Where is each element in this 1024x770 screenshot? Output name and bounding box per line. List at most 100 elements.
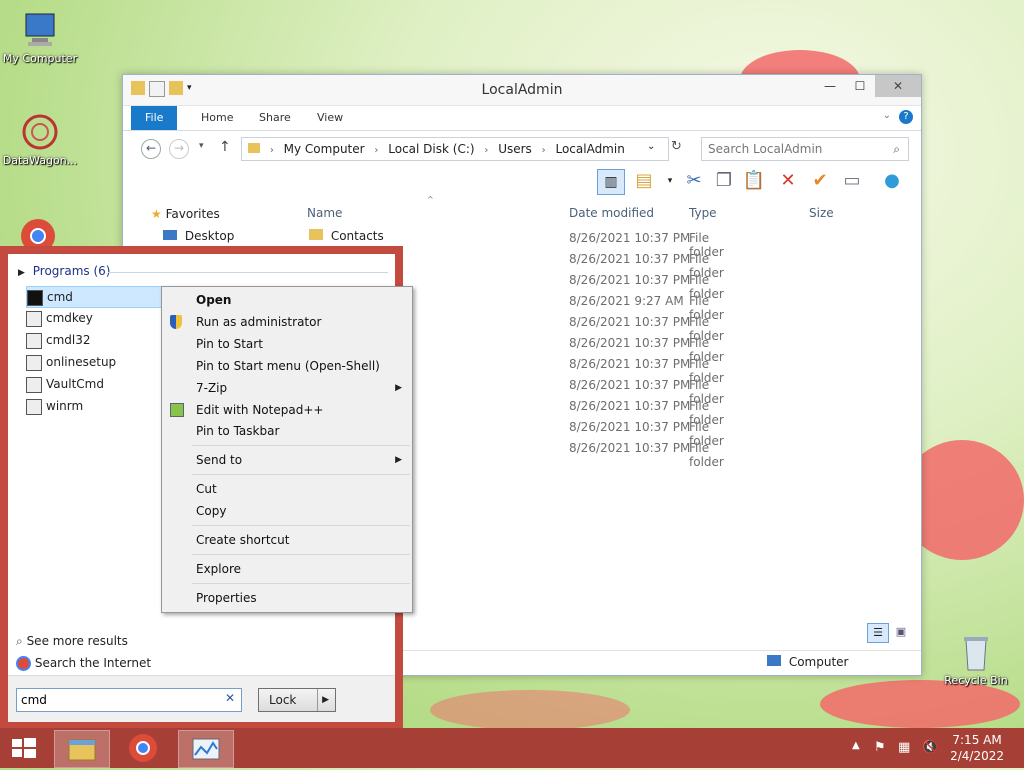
nav-desktop[interactable]: Desktop — [163, 229, 234, 243]
copy-icon[interactable]: ❐ — [711, 169, 737, 193]
start-button[interactable] — [0, 730, 48, 766]
star-icon: ★ — [151, 207, 162, 221]
nav-label: Desktop — [184, 229, 235, 243]
menu-item-properties[interactable]: Properties — [196, 588, 257, 608]
menu-item-edit-notepad[interactable]: Edit with Notepad++ — [196, 400, 323, 420]
desktop-icon — [163, 230, 177, 240]
delete-icon[interactable]: ✕ — [775, 169, 801, 193]
program-item-cmdkey[interactable]: cmdkey — [26, 308, 93, 328]
program-label: cmdkey — [46, 311, 93, 325]
checkmark-icon[interactable]: ✔ — [807, 169, 833, 193]
forward-button[interactable]: → — [169, 139, 189, 159]
rename-icon[interactable]: ▭ — [839, 169, 865, 193]
clear-search-icon[interactable]: ✕ — [225, 691, 235, 705]
menu-item-7zip[interactable]: 7-Zip — [196, 378, 227, 398]
row-date: 8/26/2021 10:37 PM — [569, 420, 691, 434]
column-header-name[interactable]: Name — [307, 202, 342, 224]
menu-item-copy[interactable]: Copy — [196, 501, 226, 521]
volume-muted-icon[interactable]: 🔇 — [922, 740, 938, 755]
table-row[interactable]: 8/26/2021 10:37 PM File folder — [569, 357, 724, 385]
address-dropdown-icon[interactable]: ⌄ — [647, 141, 655, 152]
desktop-icon-recycle-bin[interactable]: Recycle Bin — [936, 632, 1016, 687]
table-row[interactable]: 8/26/2021 10:37 PM File folder — [569, 252, 724, 280]
table-row[interactable]: 8/26/2021 10:37 PM File folder — [569, 315, 724, 343]
menu-separator — [192, 445, 410, 446]
table-row[interactable]: 8/26/2021 10:37 PM File folder — [569, 399, 724, 427]
menu-item-open[interactable]: Open — [196, 290, 231, 310]
chrome-desktop-icon[interactable] — [18, 216, 58, 253]
taskbar-clock[interactable]: 7:15 AM 2/4/2022 — [950, 732, 1004, 764]
desktop-icon-label: Recycle Bin — [944, 674, 1008, 687]
chevron-down-icon[interactable]: ⌄ — [883, 110, 891, 121]
breadcrumb-localadmin[interactable]: LocalAdmin — [555, 142, 624, 156]
desktop-icon-my-computer[interactable]: My Computer — [0, 10, 80, 65]
breadcrumb-my-computer[interactable]: My Computer — [284, 142, 365, 156]
menu-item-pin-to-start-menu[interactable]: Pin to Start menu (Open-Shell) — [196, 356, 380, 376]
preview-pane-icon[interactable]: ▥ — [597, 169, 625, 195]
table-row[interactable]: 8/26/2021 10:37 PM File folder — [569, 336, 724, 364]
chevron-right-icon[interactable]: ▶ — [322, 689, 329, 711]
taskbar-chrome[interactable] — [116, 730, 170, 766]
table-row[interactable]: 8/26/2021 10:37 PM File folder — [569, 378, 724, 406]
show-hidden-icons-icon[interactable]: ▲ — [852, 740, 860, 751]
minimize-button[interactable]: — — [815, 75, 845, 97]
programs-header[interactable]: ▶ Programs (6) — [18, 264, 110, 278]
desktop-icon-label: DataWagon... — [2, 154, 78, 167]
action-center-flag-icon[interactable]: ⚑ — [874, 740, 886, 755]
table-row[interactable]: 8/26/2021 9:27 AM File folder — [569, 294, 724, 322]
details-view-icon[interactable]: ☰ — [867, 623, 889, 643]
tab-home[interactable]: Home — [187, 106, 247, 130]
datawagon-icon — [20, 112, 60, 152]
menu-item-pin-to-start[interactable]: Pin to Start — [196, 334, 263, 354]
menu-item-run-as-administrator[interactable]: Run as administrator — [196, 312, 321, 332]
help-icon[interactable]: ? — [899, 110, 913, 124]
uac-shield-icon — [170, 315, 182, 329]
chevron-down-icon[interactable]: ▾ — [657, 169, 683, 193]
see-more-results-link[interactable]: ⌕ See more results — [16, 634, 128, 649]
nav-favorites[interactable]: ★ Favorites — [151, 207, 220, 221]
paste-icon[interactable]: 📋 — [741, 169, 767, 193]
start-search-box[interactable]: ✕ — [16, 688, 242, 712]
shell-icon[interactable]: ● — [879, 169, 905, 193]
close-button[interactable]: ✕ — [875, 75, 921, 97]
table-row[interactable]: 8/26/2021 10:37 PM File folder — [569, 273, 724, 301]
back-button[interactable]: ← — [141, 139, 161, 159]
table-row[interactable]: 8/26/2021 10:37 PM File folder — [569, 420, 724, 448]
maximize-button[interactable]: ☐ — [845, 75, 875, 97]
taskbar-performance-monitor[interactable] — [178, 730, 234, 768]
address-input[interactable]: › My Computer › Local Disk (C:) › Users … — [241, 137, 669, 161]
tab-share[interactable]: Share — [245, 106, 305, 130]
table-row[interactable]: 8/26/2021 10:37 PM File folder — [569, 231, 724, 259]
breadcrumb-users[interactable]: Users — [498, 142, 532, 156]
large-icons-view-icon[interactable]: ▣ — [891, 623, 911, 641]
program-item-cmdl32[interactable]: cmdl32 — [26, 330, 91, 350]
tab-file[interactable]: File — [131, 106, 178, 130]
program-item-vaultcmd[interactable]: VaultCmd — [26, 374, 104, 394]
network-icon[interactable]: ▦ — [898, 740, 910, 755]
column-header-date[interactable]: Date modified — [569, 202, 654, 224]
program-item-onlinesetup[interactable]: onlinesetup — [26, 352, 116, 372]
menu-item-explore[interactable]: Explore — [196, 559, 241, 579]
menu-item-cut[interactable]: Cut — [196, 479, 217, 499]
desktop-icon-datawagon[interactable]: DataWagon... — [0, 112, 80, 167]
up-button[interactable]: ↑ — [219, 139, 231, 155]
cut-icon[interactable]: ✂ — [681, 169, 707, 193]
search-input[interactable]: Search LocalAdmin ⌕ — [701, 137, 909, 161]
table-row[interactable]: 8/26/2021 10:37 PM File folder — [569, 441, 724, 469]
list-item[interactable]: Contacts — [309, 229, 384, 243]
program-item-winrm[interactable]: winrm — [26, 396, 83, 416]
start-search-input[interactable] — [17, 689, 213, 711]
column-header-type[interactable]: Type — [689, 202, 717, 224]
breadcrumb-local-disk[interactable]: Local Disk (C:) — [388, 142, 474, 156]
column-header-size[interactable]: Size — [809, 202, 834, 224]
recent-locations-icon[interactable]: ▾ — [199, 141, 204, 151]
refresh-icon[interactable]: ↻ — [671, 139, 682, 154]
tab-view[interactable]: View — [303, 106, 357, 130]
menu-item-pin-to-taskbar[interactable]: Pin to Taskbar — [196, 421, 279, 441]
search-internet-link[interactable]: Search the Internet — [16, 656, 151, 671]
lock-button[interactable]: Lock ▶ — [258, 688, 336, 712]
menu-item-send-to[interactable]: Send to — [196, 450, 242, 470]
taskbar-file-explorer[interactable] — [54, 730, 110, 768]
menu-item-create-shortcut[interactable]: Create shortcut — [196, 530, 289, 550]
folder-options-icon[interactable]: ▤ — [631, 169, 657, 193]
